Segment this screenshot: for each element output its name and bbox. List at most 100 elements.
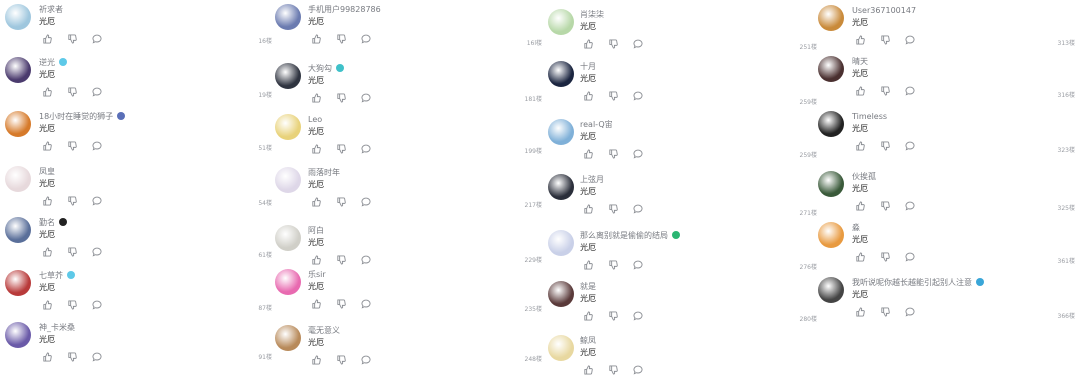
avatar[interactable] — [548, 174, 574, 200]
thumb-up-icon[interactable] — [41, 351, 53, 363]
reply-icon[interactable] — [904, 85, 916, 97]
username[interactable]: 那么离别就是偷偷的结局 — [580, 231, 680, 241]
reply-icon[interactable] — [632, 90, 644, 102]
thumb-down-icon[interactable] — [879, 200, 891, 212]
thumb-up-icon[interactable] — [854, 85, 866, 97]
reply-icon[interactable] — [91, 246, 103, 258]
thumb-up-icon[interactable] — [41, 140, 53, 152]
thumb-down-icon[interactable] — [335, 33, 347, 45]
thumb-up-icon[interactable] — [582, 310, 594, 322]
reply-icon[interactable] — [91, 299, 103, 311]
thumb-down-icon[interactable] — [879, 140, 891, 152]
username[interactable]: 上弦月 — [580, 175, 604, 185]
username[interactable]: 雨落时年 — [308, 168, 340, 178]
reply-icon[interactable] — [91, 86, 103, 98]
reply-icon[interactable] — [632, 310, 644, 322]
avatar[interactable] — [548, 61, 574, 87]
thumb-down-icon[interactable] — [879, 34, 891, 46]
thumb-down-icon[interactable] — [607, 310, 619, 322]
reply-icon[interactable] — [904, 251, 916, 263]
username[interactable]: 毫无意义 — [308, 326, 340, 336]
thumb-up-icon[interactable] — [310, 92, 322, 104]
username[interactable]: real-Q宙 — [580, 120, 613, 130]
thumb-up-icon[interactable] — [41, 299, 53, 311]
username[interactable]: 淼 — [852, 223, 860, 233]
thumb-down-icon[interactable] — [879, 251, 891, 263]
thumb-up-icon[interactable] — [854, 251, 866, 263]
thumb-down-icon[interactable] — [66, 195, 78, 207]
avatar[interactable] — [275, 225, 301, 251]
avatar[interactable] — [275, 269, 301, 295]
reply-icon[interactable] — [904, 306, 916, 318]
avatar[interactable] — [5, 217, 31, 243]
thumb-up-icon[interactable] — [310, 143, 322, 155]
thumb-down-icon[interactable] — [335, 92, 347, 104]
username[interactable]: 逆光 — [39, 58, 67, 68]
thumb-down-icon[interactable] — [66, 299, 78, 311]
thumb-down-icon[interactable] — [66, 351, 78, 363]
thumb-up-icon[interactable] — [41, 33, 53, 45]
reply-icon[interactable] — [360, 298, 372, 310]
avatar[interactable] — [818, 56, 844, 82]
thumb-down-icon[interactable] — [607, 364, 619, 376]
avatar[interactable] — [818, 222, 844, 248]
thumb-down-icon[interactable] — [66, 33, 78, 45]
avatar[interactable] — [548, 335, 574, 361]
thumb-up-icon[interactable] — [310, 33, 322, 45]
thumb-up-icon[interactable] — [582, 90, 594, 102]
thumb-down-icon[interactable] — [879, 306, 891, 318]
avatar[interactable] — [548, 281, 574, 307]
reply-icon[interactable] — [632, 364, 644, 376]
avatar[interactable] — [275, 63, 301, 89]
reply-icon[interactable] — [632, 38, 644, 50]
thumb-up-icon[interactable] — [310, 196, 322, 208]
username[interactable]: 就是 — [580, 282, 596, 292]
avatar[interactable] — [5, 166, 31, 192]
avatar[interactable] — [275, 114, 301, 140]
thumb-up-icon[interactable] — [41, 195, 53, 207]
username[interactable]: 七草芥 — [39, 271, 75, 281]
thumb-up-icon[interactable] — [41, 246, 53, 258]
thumb-down-icon[interactable] — [66, 86, 78, 98]
reply-icon[interactable] — [904, 200, 916, 212]
reply-icon[interactable] — [91, 33, 103, 45]
avatar[interactable] — [5, 4, 31, 30]
avatar[interactable] — [818, 171, 844, 197]
reply-icon[interactable] — [360, 143, 372, 155]
username[interactable]: 晴天 — [852, 57, 868, 67]
username[interactable]: 十月 — [580, 62, 596, 72]
username[interactable]: 乐sir — [308, 270, 326, 280]
thumb-down-icon[interactable] — [335, 196, 347, 208]
reply-icon[interactable] — [91, 195, 103, 207]
thumb-up-icon[interactable] — [310, 254, 322, 266]
thumb-up-icon[interactable] — [582, 38, 594, 50]
thumb-down-icon[interactable] — [335, 143, 347, 155]
avatar[interactable] — [5, 270, 31, 296]
thumb-up-icon[interactable] — [582, 259, 594, 271]
reply-icon[interactable] — [360, 92, 372, 104]
username[interactable]: 18小时在睡觉的狮子 — [39, 112, 126, 122]
reply-icon[interactable] — [91, 140, 103, 152]
reply-icon[interactable] — [632, 259, 644, 271]
avatar[interactable] — [5, 111, 31, 137]
username[interactable]: 阿白 — [308, 226, 324, 236]
avatar[interactable] — [548, 9, 574, 35]
avatar[interactable] — [5, 322, 31, 348]
thumb-down-icon[interactable] — [607, 148, 619, 160]
reply-icon[interactable] — [360, 354, 372, 366]
avatar[interactable] — [275, 325, 301, 351]
thumb-up-icon[interactable] — [854, 140, 866, 152]
username[interactable]: 伙挨孤 — [852, 172, 876, 182]
reply-icon[interactable] — [904, 34, 916, 46]
username[interactable]: Leo — [308, 115, 322, 125]
thumb-down-icon[interactable] — [607, 90, 619, 102]
reply-icon[interactable] — [632, 203, 644, 215]
username[interactable]: 神_卡米桑 — [39, 323, 75, 333]
avatar[interactable] — [548, 119, 574, 145]
thumb-down-icon[interactable] — [335, 354, 347, 366]
avatar[interactable] — [818, 277, 844, 303]
thumb-down-icon[interactable] — [607, 38, 619, 50]
username[interactable]: 手机用户99828786 — [308, 5, 381, 15]
username[interactable]: 祈求者 — [39, 5, 63, 15]
avatar[interactable] — [275, 4, 301, 30]
